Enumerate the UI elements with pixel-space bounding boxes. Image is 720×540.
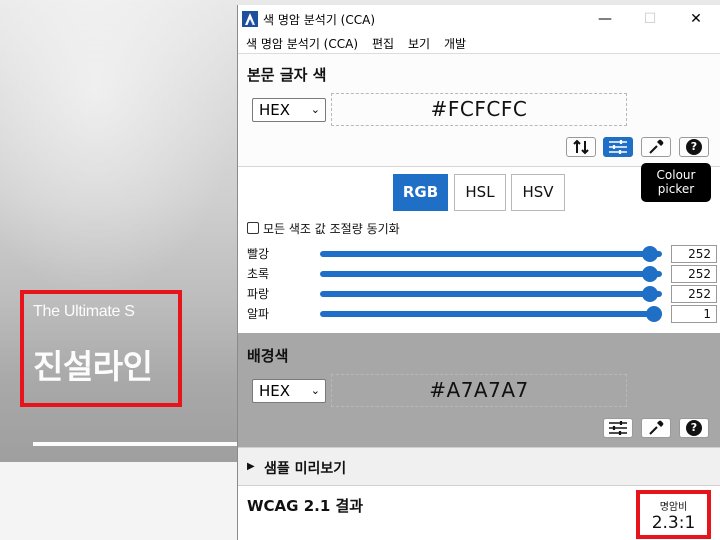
triangle-right-icon: ▶ <box>247 461 255 472</box>
background-format-select[interactable]: HEX ⌄ <box>252 379 326 403</box>
window-title: 색 명암 분석기 (CCA) <box>263 13 376 27</box>
background-hex-input[interactable]: #A7A7A7 <box>331 374 627 407</box>
chevron-down-icon: ⌄ <box>310 103 320 116</box>
sample-preview-label: 샘플 미리보기 <box>264 461 347 477</box>
page-band <box>0 462 240 540</box>
menu-bar: 색 명암 분석기 (CCA) 편집 보기 개발 <box>238 33 720 53</box>
slider-knob[interactable] <box>646 306 662 322</box>
foreground-eyedropper-button[interactable] <box>641 137 671 157</box>
foreground-title: 본문 글자 색 <box>247 66 327 84</box>
slider-alpha[interactable] <box>320 306 662 322</box>
swap-colors-button[interactable] <box>566 137 596 157</box>
eyedropper-icon <box>649 139 664 154</box>
foreground-hex-input[interactable]: #FCFCFC <box>331 93 627 126</box>
value-green[interactable]: 252 <box>671 265 717 283</box>
background-sliders-button[interactable] <box>603 418 633 438</box>
value-blue[interactable]: 252 <box>671 285 717 303</box>
foreground-format-value: HEX <box>259 101 291 119</box>
close-button[interactable]: ✕ <box>673 5 719 33</box>
value-alpha[interactable]: 1 <box>671 305 717 323</box>
slider-knob[interactable] <box>642 246 659 262</box>
eyedropper-icon <box>649 420 664 435</box>
contrast-ratio-box: 명암비 2.3:1 <box>636 490 711 539</box>
foreground-help-button[interactable]: ? <box>679 137 709 157</box>
sliders-icon <box>609 421 627 435</box>
hero-subtitle: The Ultimate S <box>33 303 135 320</box>
slider-knob[interactable] <box>642 286 659 302</box>
menu-edit[interactable]: 편집 <box>372 35 394 52</box>
slider-green[interactable] <box>320 266 662 282</box>
value-red[interactable]: 252 <box>671 245 717 263</box>
background-eyedropper-button[interactable] <box>641 418 671 438</box>
background-help-button[interactable]: ? <box>679 418 709 438</box>
channel-label-alpha: 알파 <box>247 307 270 321</box>
swap-icon <box>573 139 589 155</box>
foreground-format-select[interactable]: HEX ⌄ <box>252 98 326 122</box>
colour-picker-tooltip: Colour picker <box>641 163 711 202</box>
foreground-sliders-button[interactable] <box>603 137 633 157</box>
menu-app[interactable]: 색 명암 분석기 (CCA) <box>246 35 358 52</box>
channel-label-blue: 파랑 <box>247 287 270 301</box>
menu-develop[interactable]: 개발 <box>444 35 466 52</box>
wcag-results-label: WCAG 2.1 결과 <box>247 497 364 515</box>
help-icon: ? <box>686 420 702 436</box>
app-logo-icon <box>242 11 258 27</box>
slider-knob[interactable] <box>642 266 659 282</box>
maximize-button[interactable]: ☐ <box>627 5 673 33</box>
channel-label-red: 빨강 <box>247 247 270 261</box>
minimize-button[interactable]: — <box>582 5 628 33</box>
background-format-value: HEX <box>259 382 291 400</box>
contrast-ratio-label: 명암비 <box>659 502 688 513</box>
contrast-ratio-value: 2.3:1 <box>651 513 696 533</box>
slider-red[interactable] <box>320 246 662 262</box>
hero-title: 진설라인 <box>33 347 153 386</box>
menu-view[interactable]: 보기 <box>408 35 430 52</box>
sync-label: 모든 색조 값 조절량 동기화 <box>263 222 400 236</box>
cca-window: 색 명암 분석기 (CCA) — ☐ ✕ 색 명암 분석기 (CCA) 편집 보… <box>237 5 720 540</box>
background-title: 배경색 <box>247 347 289 365</box>
sliders-icon <box>609 140 627 154</box>
title-bar: 색 명암 분석기 (CCA) — ☐ ✕ <box>238 5 720 33</box>
help-icon: ? <box>686 139 702 155</box>
chevron-down-icon: ⌄ <box>310 384 320 397</box>
tab-hsv[interactable]: HSV <box>511 174 565 211</box>
tab-hsl[interactable]: HSL <box>454 174 506 211</box>
channel-label-green: 초록 <box>247 267 270 281</box>
sync-checkbox[interactable] <box>247 222 259 234</box>
slider-blue[interactable] <box>320 286 662 302</box>
hero-underline <box>33 442 240 446</box>
tab-rgb[interactable]: RGB <box>393 174 448 211</box>
